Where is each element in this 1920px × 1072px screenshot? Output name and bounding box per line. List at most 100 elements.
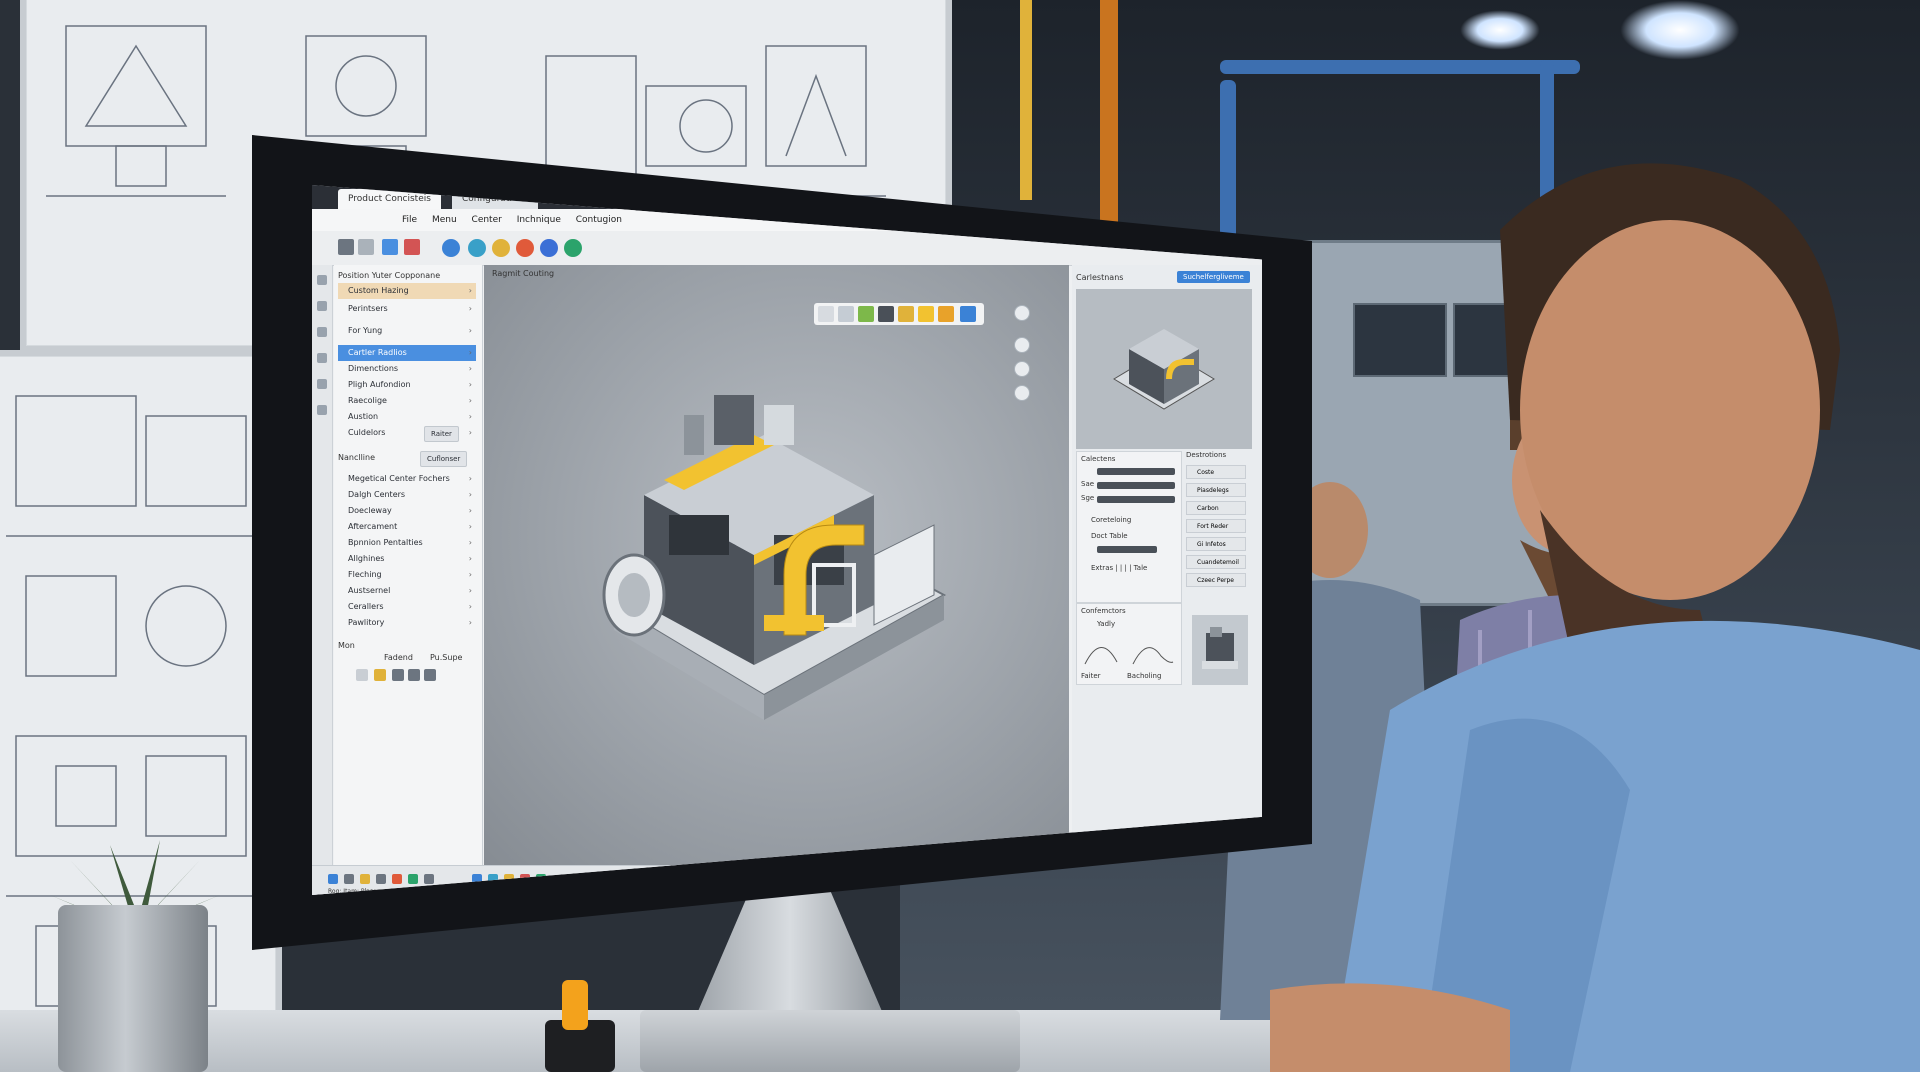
mini-preview	[1192, 615, 1248, 685]
select-icon[interactable]	[382, 239, 398, 255]
status-icon[interactable]	[376, 874, 386, 884]
shield-icon[interactable]	[540, 239, 558, 257]
fit-icon[interactable]	[818, 306, 834, 322]
tool-icon[interactable]	[424, 669, 436, 681]
property-slider[interactable]	[1097, 482, 1175, 489]
rail-layers-icon[interactable]	[317, 301, 327, 311]
tool-icon[interactable]	[408, 669, 420, 681]
3d-viewport[interactable]: Ragmit Couting	[484, 265, 1069, 865]
list-button[interactable]: Cuandetemoil	[1186, 555, 1246, 569]
orange-beam	[1100, 0, 1118, 250]
extras-label: Extras | | | | Tale	[1091, 564, 1148, 572]
model-preview	[1076, 289, 1252, 449]
engineer-foreground	[1270, 163, 1920, 1072]
check-icon[interactable]	[960, 306, 976, 322]
rail-measure-icon[interactable]	[317, 379, 327, 389]
sidebar-item[interactable]: Fleching	[338, 567, 476, 583]
yellow-beam	[1020, 0, 1032, 200]
ceiling-light	[1620, 0, 1740, 60]
cuflonser-button[interactable]: Cuflonser	[420, 451, 468, 467]
property-slider[interactable]	[1097, 546, 1157, 553]
status-icon[interactable]	[360, 874, 370, 884]
rail-parts-icon[interactable]	[317, 327, 327, 337]
pen-icon[interactable]	[858, 306, 874, 322]
render-icon[interactable]	[516, 239, 534, 257]
sidebar-item[interactable]: Dalgh Centers	[338, 487, 476, 503]
zoom-in-icon[interactable]	[1014, 337, 1030, 353]
new-file-icon[interactable]	[338, 239, 354, 255]
measure-icon[interactable]	[938, 306, 954, 322]
sidebar-item[interactable]: Megetical Center Fochers	[338, 471, 476, 487]
material-icon[interactable]	[492, 239, 510, 257]
menu-file[interactable]: File	[402, 209, 417, 231]
sidebar-item[interactable]: Cerallers	[338, 599, 476, 615]
sidebar-item[interactable]: Perintsers	[338, 301, 476, 317]
sidebar-item[interactable]: Custom Hazing	[338, 283, 476, 299]
menu-center[interactable]: Center	[472, 209, 502, 231]
sidebar-item-selected[interactable]: Cartler Radlios	[338, 345, 476, 361]
menu-technique[interactable]: Inchnique	[517, 209, 561, 231]
ceiling-light	[1460, 10, 1540, 50]
zoom-out-icon[interactable]	[1014, 361, 1030, 377]
sidebar-item[interactable]: Austsernel	[338, 583, 476, 599]
prop-label: Sge	[1081, 494, 1095, 502]
sidebar-item[interactable]: Pawlitory	[338, 615, 476, 631]
conf-item: Yadly	[1097, 620, 1116, 628]
tool-icon[interactable]	[392, 669, 404, 681]
viewport-label: Ragmit Couting	[492, 269, 555, 278]
status-icon[interactable]	[392, 874, 402, 884]
list-button[interactable]: Gi Infetos	[1186, 537, 1246, 551]
paint-icon[interactable]	[918, 306, 934, 322]
sidebar-item[interactable]: Bpnnion Pentalties	[338, 535, 476, 551]
list-button[interactable]: Carbon	[1186, 501, 1246, 515]
sidebar-item[interactable]: Aftercament	[338, 519, 476, 535]
footer-right: Bacholing	[1127, 672, 1162, 680]
sidebar-item[interactable]: Allghines	[338, 551, 476, 567]
property-slider[interactable]	[1097, 468, 1175, 475]
sidebar-item[interactable]: Dimenctions	[338, 361, 476, 377]
tool-icon[interactable]	[374, 669, 386, 681]
footer-left: Faiter	[1081, 672, 1101, 680]
sidebar-item[interactable]: Doecleway	[338, 503, 476, 519]
action-button[interactable]: Suchelfergliveme	[1177, 271, 1250, 283]
status-icon[interactable]	[408, 874, 418, 884]
sidebar-item[interactable]: Raecolige	[338, 393, 476, 409]
section3-header: Mon	[338, 641, 355, 650]
prop-label: Sae	[1081, 480, 1095, 488]
brush-icon[interactable]	[878, 306, 894, 322]
mini-preview-thumbnail	[1202, 627, 1238, 669]
list-button[interactable]: Czeec Perpe	[1186, 573, 1246, 587]
sidebar-item[interactable]: For Yung	[338, 323, 476, 339]
photo-scene: Product Concisteis Configurations File M…	[0, 0, 1920, 1072]
sidebar-item[interactable]: Pligh Aufondion	[338, 377, 476, 393]
rotate-icon[interactable]	[838, 306, 854, 322]
menu-configuration[interactable]: Contugion	[576, 209, 622, 231]
sidebar-item[interactable]: Austion	[338, 409, 476, 425]
status-icon[interactable]	[424, 874, 434, 884]
rail-home-icon[interactable]	[317, 275, 327, 285]
pan-icon[interactable]	[1014, 385, 1030, 401]
status-icon[interactable]	[344, 874, 354, 884]
network-icon[interactable]	[468, 239, 486, 257]
section3-col: Fadend	[384, 653, 413, 662]
sync-icon[interactable]	[564, 239, 582, 257]
section3-col: Pu.Supe	[430, 653, 463, 662]
list-button[interactable]: Coste	[1186, 465, 1246, 479]
tool-icon[interactable]	[356, 669, 368, 681]
open-icon[interactable]	[358, 239, 374, 255]
machine-3d-model[interactable]	[574, 375, 954, 735]
raiter-button[interactable]: Raiter	[424, 426, 459, 442]
rail-settings-icon[interactable]	[317, 405, 327, 415]
controls-header: Coreteloing	[1091, 516, 1132, 524]
section-icon[interactable]	[898, 306, 914, 322]
list-button[interactable]: Fort Reder	[1186, 519, 1246, 533]
delete-icon[interactable]	[404, 239, 420, 255]
view-cube-icon[interactable]	[1014, 305, 1030, 321]
info-icon[interactable]	[442, 239, 460, 257]
rail-sketch-icon[interactable]	[317, 353, 327, 363]
property-slider[interactable]	[1097, 496, 1175, 503]
preview-thumbnail	[1113, 329, 1215, 410]
list-button[interactable]: Piasdelegs	[1186, 483, 1246, 497]
menu-menu[interactable]: Menu	[432, 209, 457, 231]
status-icon[interactable]	[328, 874, 338, 884]
